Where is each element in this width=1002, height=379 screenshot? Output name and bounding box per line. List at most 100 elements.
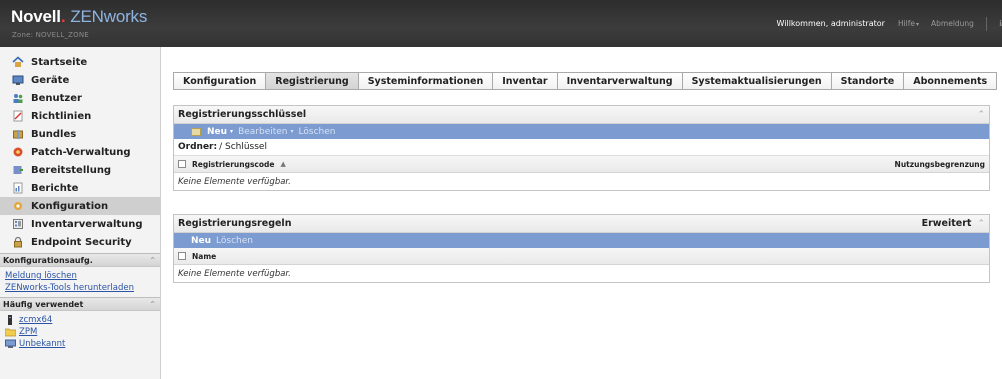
- advanced-link[interactable]: Erweitert: [922, 218, 972, 229]
- sidebar-item-label: Berichte: [31, 182, 79, 194]
- brand-dot: .: [60, 7, 66, 26]
- users-icon: [12, 92, 24, 104]
- home-icon: [12, 56, 24, 68]
- config-tasks-title: Konfigurationsaufg.: [3, 255, 93, 265]
- sidebar-item-richtlinien[interactable]: Richtlinien: [0, 107, 160, 125]
- sidebar-item-label: Konfiguration: [31, 200, 109, 212]
- collapse-icon[interactable]: ⌃: [977, 110, 985, 120]
- folder-label: Ordner:: [178, 142, 218, 152]
- patch-icon: [12, 146, 24, 158]
- panel-header: Registrierungsregeln Erweitert ⌃: [174, 215, 989, 233]
- bundles-icon: [12, 128, 24, 140]
- rules-toolbar: Neu Löschen: [174, 233, 989, 248]
- sidebar-item-label: Patch-Verwaltung: [31, 146, 131, 158]
- reports-icon: [12, 182, 24, 194]
- app-header: Novell. ZENworks Zone: NOVELL_ZONE Willko…: [0, 0, 1002, 47]
- folder-path-row: Ordner: / Schlüssel: [174, 139, 989, 156]
- empty-message: Keine Elemente verfügbar.: [178, 176, 291, 187]
- collapse-icon[interactable]: ⌃: [977, 219, 985, 229]
- new-menu-button[interactable]: Neu ▾: [207, 127, 233, 137]
- lock-icon: [12, 236, 24, 248]
- task-link-clear-message[interactable]: Meldung löschen: [5, 270, 156, 282]
- sidebar-item-berichte[interactable]: Berichte: [0, 179, 160, 197]
- zone-label: Zone: NOVELL_ZONE: [12, 31, 89, 39]
- panel-title: Registrierungsschlüssel: [178, 109, 307, 120]
- chevron-down-icon: ▾: [916, 21, 920, 28]
- sidebar-item-bundles[interactable]: Bundles: [0, 125, 160, 143]
- sort-asc-icon: ▲: [280, 160, 286, 168]
- chevron-down-icon: ▾: [290, 128, 294, 135]
- delete-button[interactable]: Löschen: [299, 127, 336, 137]
- tab-inventarverwaltung[interactable]: Inventarverwaltung: [557, 72, 683, 90]
- folder-icon: [4, 327, 17, 337]
- brand-novell: Novell: [11, 7, 61, 26]
- table-header-row: Name: [174, 248, 989, 265]
- task-link-download-tools[interactable]: ZENworks-Tools herunterladen: [5, 282, 156, 294]
- help-menu[interactable]: Hilfe▾: [898, 19, 919, 28]
- collapse-icon[interactable]: ⌃: [149, 256, 156, 265]
- tab-registrierung[interactable]: Registrierung: [266, 72, 359, 90]
- frequent-item-zcmx64[interactable]: zcmx64: [5, 314, 156, 326]
- column-name[interactable]: Name: [192, 252, 216, 261]
- sidebar-nav: Startseite Geräte Benutzer Richtlinien B…: [0, 47, 160, 251]
- config-tasks-panel: Meldung löschen ZENworks-Tools herunterl…: [0, 267, 160, 297]
- brand-product: ZENworks: [70, 7, 148, 26]
- header-divider: [985, 16, 987, 31]
- workstation-icon: [5, 339, 16, 349]
- sidebar-item-inventarverwaltung[interactable]: Inventarverwaltung: [0, 215, 160, 233]
- monitor-icon: [12, 74, 24, 86]
- sidebar-item-label: Richtlinien: [31, 110, 92, 122]
- main-content: Konfiguration Registrierung Systeminform…: [162, 47, 1002, 379]
- folder-path[interactable]: / Schlüssel: [219, 142, 267, 152]
- sidebar: Startseite Geräte Benutzer Richtlinien B…: [0, 47, 161, 379]
- tab-systemaktualisierungen[interactable]: Systemaktualisierungen: [682, 72, 832, 90]
- inventory-icon: [12, 218, 24, 230]
- tab-abonnements[interactable]: Abonnements: [904, 72, 998, 90]
- tab-bar: Konfiguration Registrierung Systeminform…: [173, 72, 998, 90]
- registration-keys-panel: Registrierungsschlüssel ⌃ Neu ▾ Bearbeite…: [173, 105, 990, 191]
- column-registration-code[interactable]: Registrierungscode: [192, 160, 274, 169]
- chevron-down-icon: ▾: [230, 128, 234, 135]
- sidebar-item-startseite[interactable]: Startseite: [0, 53, 160, 71]
- tab-systeminformationen[interactable]: Systeminformationen: [358, 72, 494, 90]
- sidebar-item-label: Bereitstellung: [31, 164, 112, 176]
- new-label: Neu: [207, 126, 228, 137]
- frequent-item-unbekannt[interactable]: Unbekannt: [5, 338, 156, 350]
- sidebar-item-patch-verwaltung[interactable]: Patch-Verwaltung: [0, 143, 160, 161]
- sidebar-item-benutzer[interactable]: Benutzer: [0, 89, 160, 107]
- sidebar-item-geraete[interactable]: Geräte: [0, 71, 160, 89]
- sidebar-item-konfiguration[interactable]: Konfiguration: [0, 197, 160, 215]
- registration-rules-panel: Registrierungsregeln Erweitert ⌃ Neu Lös…: [173, 214, 990, 283]
- server-icon: [5, 315, 16, 325]
- select-all-checkbox[interactable]: [178, 160, 186, 168]
- frequent-panel-header: Häufig verwendet ⌃: [0, 297, 160, 311]
- frequent-item-zpm[interactable]: ZPM: [4, 326, 156, 338]
- panel-title: Registrierungsregeln: [178, 218, 292, 229]
- help-label: Hilfe: [897, 19, 915, 28]
- sidebar-item-label: Bundles: [31, 128, 77, 140]
- column-usage-limit[interactable]: Nutzungsbegrenzung: [895, 160, 985, 169]
- sidebar-item-label: Endpoint Security: [31, 236, 132, 248]
- edit-label: Bearbeiten: [238, 126, 288, 137]
- edit-menu-button[interactable]: Bearbeiten ▾: [238, 127, 293, 137]
- sidebar-item-label: Startseite: [31, 56, 88, 68]
- logout-link[interactable]: Abmeldung: [931, 19, 974, 28]
- new-button[interactable]: Neu: [191, 236, 211, 246]
- frequent-title: Häufig verwendet: [3, 299, 84, 309]
- sidebar-item-bereitstellung[interactable]: Bereitstellung: [0, 161, 160, 179]
- frequent-item-label: zcmx64: [19, 315, 53, 325]
- welcome-text: Willkommen, administrator: [776, 19, 885, 28]
- select-all-checkbox[interactable]: [178, 252, 186, 260]
- tab-inventar[interactable]: Inventar: [493, 72, 558, 90]
- tab-konfiguration[interactable]: Konfiguration: [173, 72, 267, 90]
- keys-toolbar: Neu ▾ Bearbeiten ▾ Löschen: [174, 124, 989, 139]
- frequent-item-label: ZPM: [19, 327, 38, 337]
- tab-standorte[interactable]: Standorte: [831, 72, 905, 90]
- configuration-icon: [12, 200, 24, 212]
- collapse-icon[interactable]: ⌃: [149, 300, 156, 309]
- sidebar-item-label: Inventarverwaltung: [31, 218, 143, 230]
- delete-button[interactable]: Löschen: [216, 236, 253, 246]
- config-tasks-panel-header: Konfigurationsaufg. ⌃: [0, 253, 160, 267]
- sidebar-item-endpoint-security[interactable]: Endpoint Security: [0, 233, 160, 251]
- sidebar-item-label: Geräte: [31, 74, 70, 86]
